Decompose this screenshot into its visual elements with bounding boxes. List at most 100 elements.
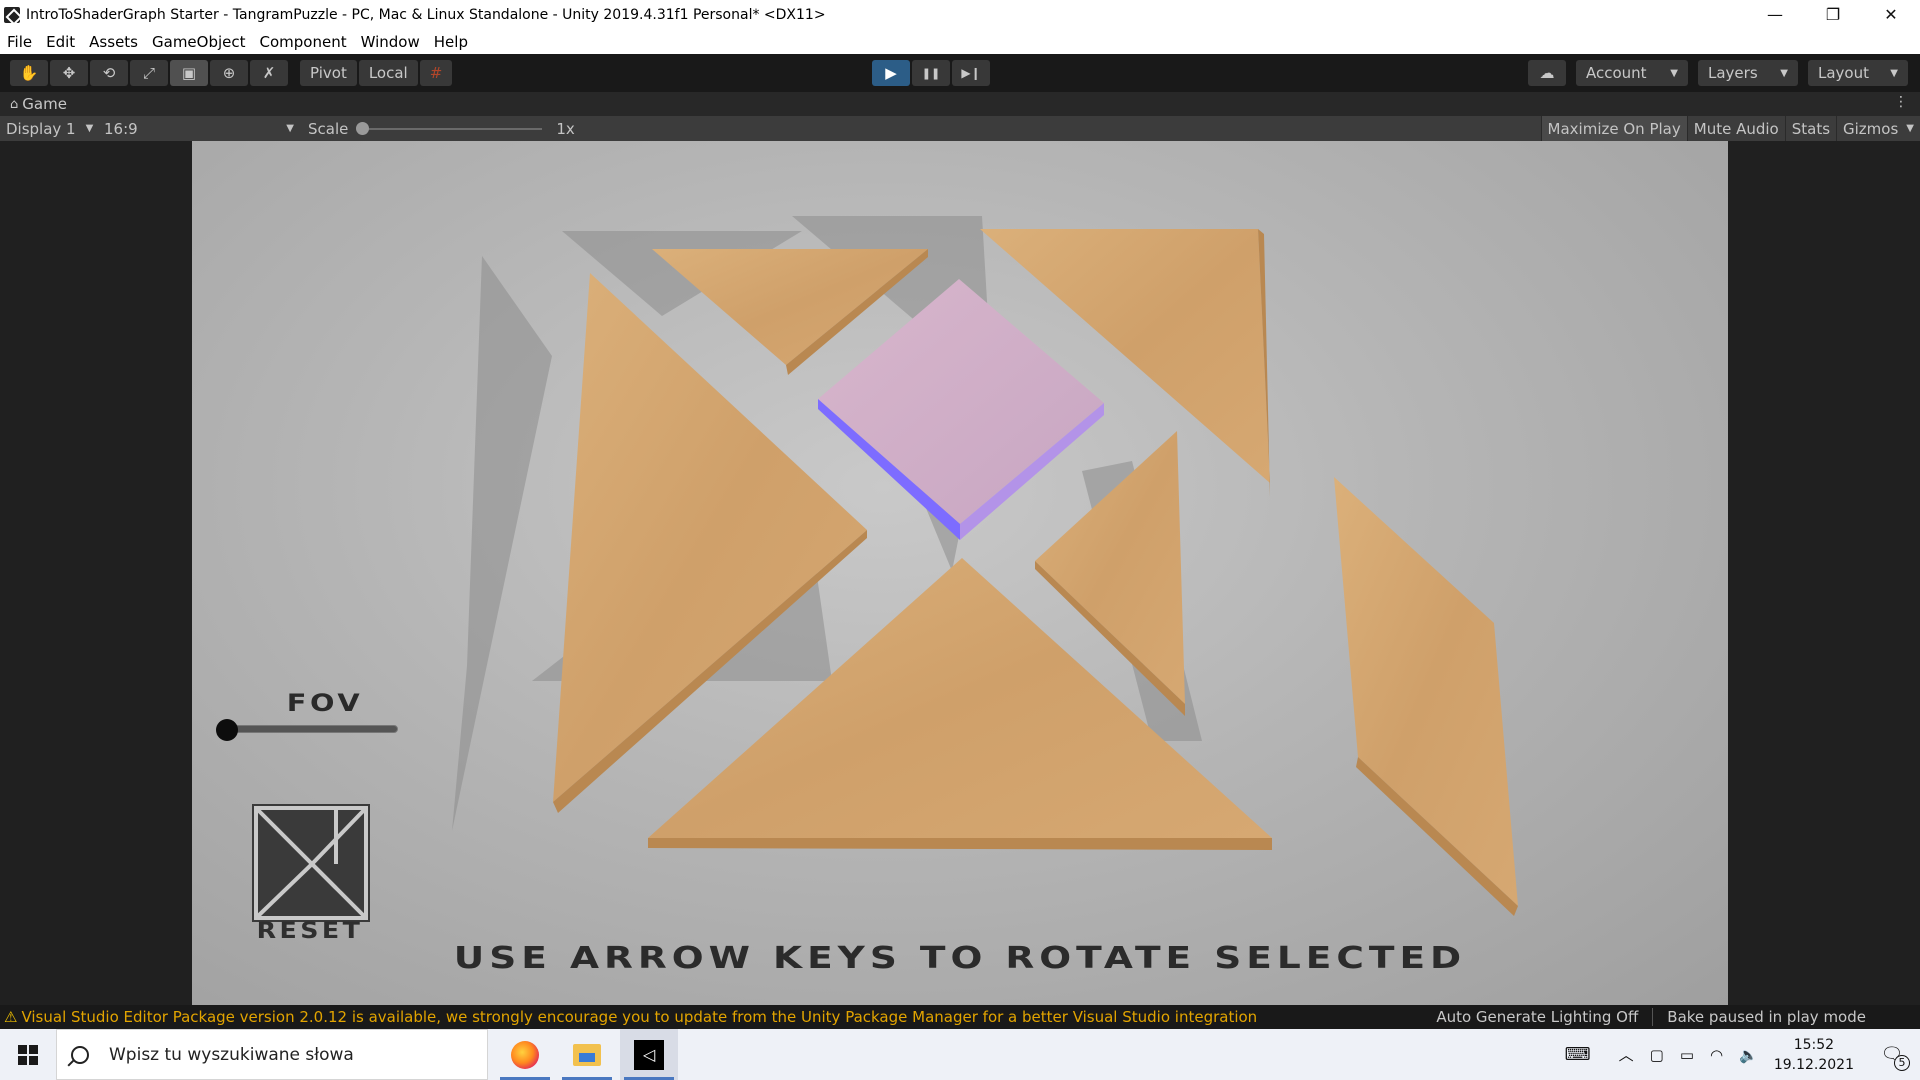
clock-time: 15:52 xyxy=(1793,1036,1835,1053)
folder-icon xyxy=(573,1043,601,1066)
taskbar-file-explorer[interactable] xyxy=(558,1029,616,1080)
rect-tool-icon[interactable]: ▣ xyxy=(170,60,208,86)
menu-assets[interactable]: Assets xyxy=(89,33,138,51)
rotate-tool-icon[interactable]: ⟲ xyxy=(90,60,128,86)
pivot-toggle[interactable]: Pivot xyxy=(300,60,357,86)
taskbar-clock[interactable]: 15:52 19.12.2021 xyxy=(1774,1035,1854,1075)
menu-gameobject[interactable]: GameObject xyxy=(152,33,246,51)
windows-taskbar: Wpisz tu wyszukiwane słowa ◁ ⌨ ︿ ▢ ▭ ◠ 🔈… xyxy=(0,1029,1920,1080)
main-toolbar: ✋ ✥ ⟲ ⤢ ▣ ⊕ ✗ Pivot Local # ▶ ❚❚ ▶❙ ☁ Ac… xyxy=(0,54,1920,92)
chevron-down-icon: ▼ xyxy=(1890,67,1898,79)
tab-game[interactable]: Game xyxy=(22,95,67,113)
volume-icon[interactable]: 🔈 xyxy=(1739,1046,1758,1064)
chevron-down-icon: ▼ xyxy=(85,123,94,134)
account-label: Account xyxy=(1586,64,1647,82)
pause-icon[interactable]: ❚❚ xyxy=(912,60,950,86)
toolbar-right: ☁ Account ▼ Layers ▼ Layout ▼ xyxy=(1528,60,1908,86)
menu-window[interactable]: Window xyxy=(361,33,420,51)
search-placeholder: Wpisz tu wyszukiwane słowa xyxy=(109,1044,354,1065)
search-icon xyxy=(71,1045,89,1064)
restore-button[interactable]: ❐ xyxy=(1804,0,1862,29)
reset-button[interactable] xyxy=(252,804,370,922)
tangram-selected-square[interactable] xyxy=(818,279,1104,524)
status-warning-text[interactable]: Visual Studio Editor Package version 2.0… xyxy=(21,1008,1257,1026)
fov-label: FOV xyxy=(286,689,364,717)
fov-slider-knob[interactable] xyxy=(216,719,238,741)
battery-icon[interactable]: ▭ xyxy=(1680,1046,1694,1064)
auto-lighting-status[interactable]: Auto Generate Lighting Off xyxy=(1422,1008,1652,1026)
aspect-select[interactable]: 16:9 ▼ xyxy=(100,120,298,138)
transform-tools: ✋ ✥ ⟲ ⤢ ▣ ⊕ ✗ xyxy=(10,60,288,86)
scale-label: Scale xyxy=(308,119,349,138)
gizmos-label: Gizmos xyxy=(1843,119,1899,138)
display-select[interactable]: Display 1 ▼ xyxy=(0,120,100,138)
menu-help[interactable]: Help xyxy=(434,33,468,51)
game-view-options: Maximize On Play Mute Audio Stats Gizmos… xyxy=(1540,116,1920,141)
gamepad-icon: ⌂ xyxy=(10,96,19,112)
step-icon[interactable]: ▶❙ xyxy=(952,60,990,86)
taskbar-search[interactable]: Wpisz tu wyszukiwane słowa xyxy=(56,1029,488,1080)
tangram-scene xyxy=(452,216,1518,916)
hand-tool-icon[interactable]: ✋ xyxy=(10,60,48,86)
layers-dropdown[interactable]: Layers ▼ xyxy=(1698,60,1798,86)
menu-file[interactable]: File xyxy=(7,33,32,51)
play-icon[interactable]: ▶ xyxy=(872,60,910,86)
keyboard-icon[interactable]: ⌨ xyxy=(1565,1044,1591,1065)
firefox-icon xyxy=(511,1040,539,1069)
gizmos-toggle[interactable]: Gizmos ▼ xyxy=(1836,116,1920,141)
aspect-label: 16:9 xyxy=(104,119,138,138)
scale-slider-knob[interactable] xyxy=(356,121,370,135)
tangram-parallelogram[interactable] xyxy=(1334,477,1518,906)
window-titlebar: IntroToShaderGraph Starter - TangramPuzz… xyxy=(0,0,1920,29)
menu-bar: File Edit Assets GameObject Component Wi… xyxy=(0,29,1920,54)
taskbar-unity[interactable]: ◁ xyxy=(620,1029,678,1080)
warning-icon: ⚠ xyxy=(4,1008,18,1026)
move-tool-icon[interactable]: ✥ xyxy=(50,60,88,86)
close-button[interactable]: ✕ xyxy=(1862,0,1920,29)
fov-slider[interactable] xyxy=(220,725,398,733)
local-toggle[interactable]: Local xyxy=(358,60,418,86)
status-right: Auto Generate Lighting Off Bake paused i… xyxy=(1422,1005,1880,1029)
window-title: IntroToShaderGraph Starter - TangramPuzz… xyxy=(26,6,826,23)
maximize-on-play-toggle[interactable]: Maximize On Play xyxy=(1540,116,1687,141)
menu-component[interactable]: Component xyxy=(260,33,347,51)
chevron-down-icon: ▼ xyxy=(1780,67,1788,79)
chevron-down-icon: ▼ xyxy=(286,123,294,134)
layout-dropdown[interactable]: Layout ▼ xyxy=(1808,60,1908,86)
reset-logo-icon xyxy=(254,806,368,920)
game-tab-bar: ⌂ Game ⋮ xyxy=(0,92,1920,116)
cloud-icon[interactable]: ☁ xyxy=(1528,60,1566,86)
scale-tool-icon[interactable]: ⤢ xyxy=(130,60,168,86)
scale-slider[interactable] xyxy=(356,121,543,135)
minimize-button[interactable]: — xyxy=(1746,0,1804,29)
meet-icon[interactable]: ▢ xyxy=(1650,1046,1664,1064)
play-controls: ▶ ❚❚ ▶❙ xyxy=(872,60,990,86)
kebab-menu-icon[interactable]: ⋮ xyxy=(1894,94,1908,110)
account-dropdown[interactable]: Account ▼ xyxy=(1576,60,1688,86)
bake-status: Bake paused in play mode xyxy=(1667,1008,1866,1026)
system-tray: ⌨ ︿ ▢ ▭ ◠ 🔈 15:52 19.12.2021 🗨 5 xyxy=(1557,1029,1920,1080)
custom-tool-icon[interactable]: ✗ xyxy=(250,60,288,86)
taskbar-firefox[interactable] xyxy=(496,1029,554,1080)
chevron-up-icon[interactable]: ︿ xyxy=(1619,1044,1634,1065)
scale-value: 1x xyxy=(556,119,575,138)
menu-edit[interactable]: Edit xyxy=(46,33,75,51)
game-viewport[interactable]: FOV RESET USE ARROW KEYS TO ROTATE SELEC… xyxy=(192,141,1728,1005)
notification-center-icon[interactable]: 🗨 5 xyxy=(1872,1044,1912,1071)
start-button[interactable] xyxy=(0,1029,56,1080)
game-view-toolbar: Display 1 ▼ 16:9 ▼ Scale 1x Maximize On … xyxy=(0,116,1920,141)
status-bar: ⚠ Visual Studio Editor Package version 2… xyxy=(0,1005,1920,1029)
mute-audio-toggle[interactable]: Mute Audio xyxy=(1686,116,1785,141)
stats-toggle[interactable]: Stats xyxy=(1784,116,1836,141)
transform-tool-icon[interactable]: ⊕ xyxy=(210,60,248,86)
pivot-group: Pivot Local # xyxy=(300,60,453,86)
unity-icon: ◁ xyxy=(634,1039,664,1070)
instruction-text: USE ARROW KEYS TO ROTATE SELECTED xyxy=(453,941,1467,976)
wifi-icon[interactable]: ◠ xyxy=(1710,1046,1723,1064)
unity-app-icon xyxy=(4,6,20,23)
grid-snap-icon[interactable]: # xyxy=(419,60,453,86)
notification-count: 5 xyxy=(1894,1055,1910,1071)
chevron-down-icon: ▼ xyxy=(1670,67,1678,79)
chevron-down-icon: ▼ xyxy=(1906,123,1914,134)
windows-logo-icon xyxy=(18,1044,38,1065)
